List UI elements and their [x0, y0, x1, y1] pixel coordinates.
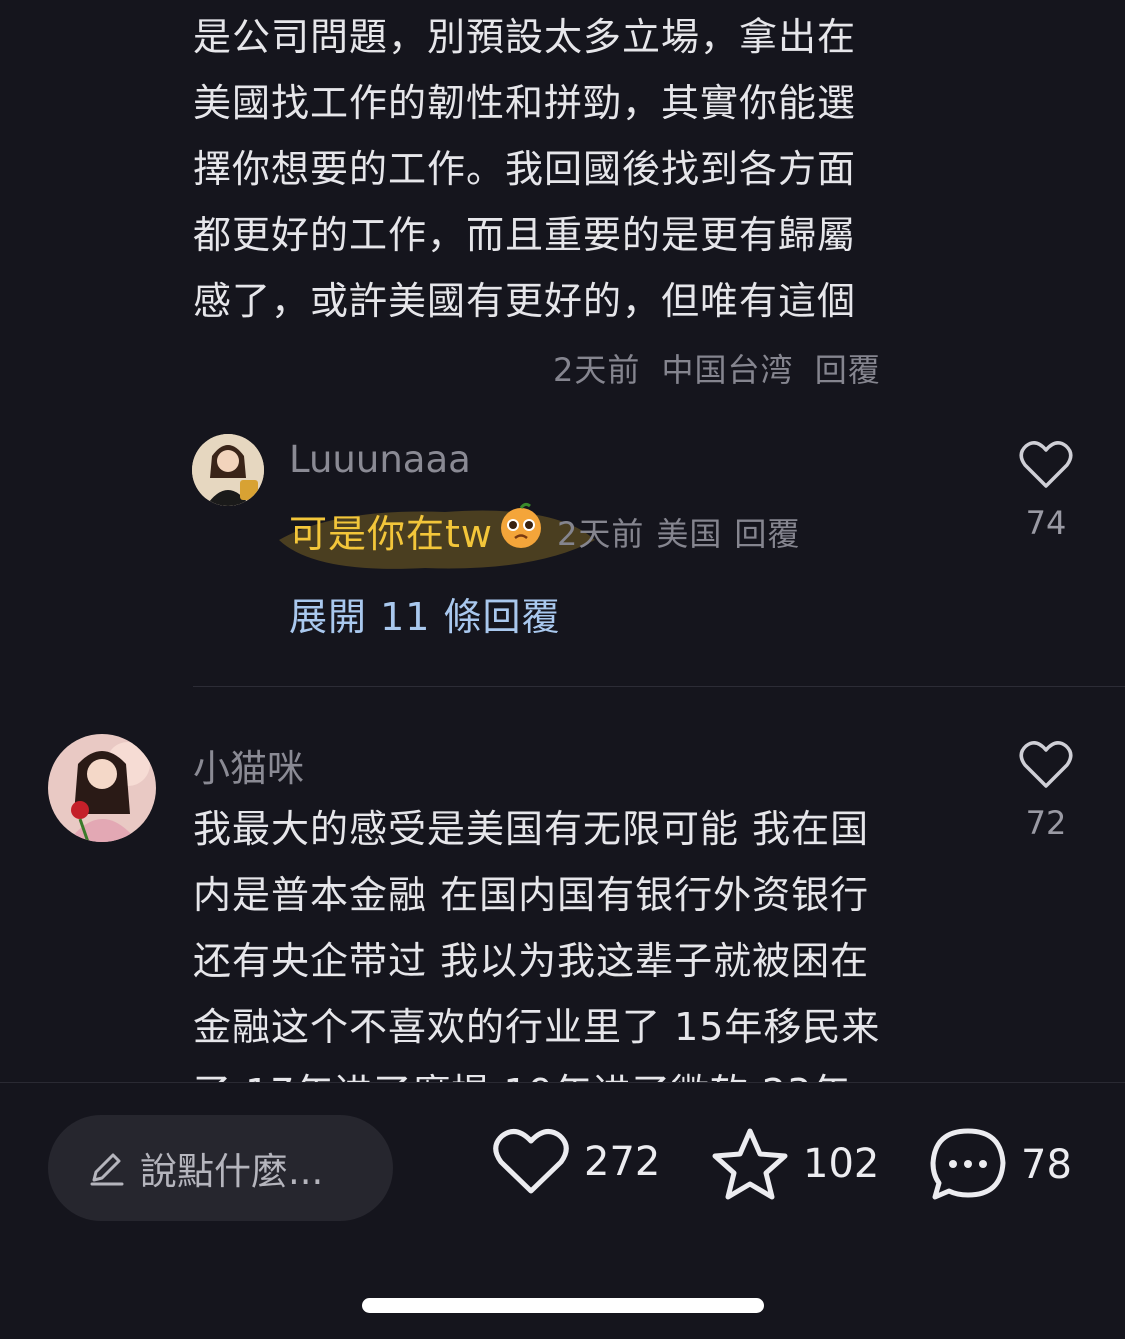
pleading-face-emoji-icon	[497, 502, 545, 565]
home-indicator[interactable]	[362, 1298, 764, 1313]
heart-icon[interactable]	[1019, 740, 1073, 790]
comment2-username[interactable]: 小猫咪	[193, 738, 304, 792]
reply1-like[interactable]: 74	[1011, 440, 1081, 542]
comment1-location: 中国台湾	[661, 351, 794, 389]
like-button[interactable]: 272	[492, 1127, 660, 1197]
comment1-body: 是公司問題，別預設太多立場，拿出在 美國找工作的韌性和拼勁，其實你能選 擇你想要…	[193, 15, 857, 323]
like-count: 272	[584, 1139, 661, 1185]
reply1-location: 美国	[656, 514, 723, 553]
favorite-count: 102	[803, 1141, 880, 1187]
comment2-body: 我最大的感受是美国有无限可能 我在国 内是普本金融 在国内国有银行外资银行 还有…	[193, 807, 881, 1082]
avatar[interactable]	[192, 434, 264, 506]
comment2-like[interactable]: 72	[1011, 740, 1081, 842]
reply1-username[interactable]: Luuunaaa	[289, 438, 471, 481]
comment-button[interactable]: 78	[929, 1127, 1072, 1203]
comment-bubble-icon[interactable]	[929, 1127, 1007, 1203]
comment1-reply-button[interactable]: 回覆	[815, 351, 881, 389]
avatar-image	[48, 734, 156, 842]
favorite-button[interactable]: 102	[711, 1127, 879, 1201]
reply1-content: 可是你在tw 2天前 美国 回覆	[289, 502, 800, 565]
avatar[interactable]	[48, 734, 156, 842]
comment-count: 78	[1021, 1142, 1072, 1188]
comment1-meta: 2天前 中国台湾 回覆	[553, 344, 881, 396]
star-icon[interactable]	[711, 1127, 789, 1201]
reply1-reply-button[interactable]: 回覆	[734, 506, 800, 562]
reply1-like-count: 74	[1025, 504, 1067, 542]
reply1-time: 2天前	[556, 514, 645, 553]
heart-icon[interactable]	[492, 1127, 570, 1197]
expand-replies-link[interactable]: 展開 11 條回覆	[289, 586, 561, 641]
comment-input-placeholder: 說點什麼...	[140, 1150, 324, 1193]
comment1-time: 2天前	[553, 351, 641, 389]
heart-icon[interactable]	[1019, 440, 1073, 490]
avatar-image	[192, 434, 264, 506]
comment2-like-count: 72	[1025, 804, 1067, 842]
comment-input[interactable]: 說點什麼...	[48, 1115, 393, 1221]
pencil-icon	[90, 1153, 124, 1186]
divider	[193, 686, 1125, 687]
reply1-text: 可是你在tw	[289, 511, 493, 556]
